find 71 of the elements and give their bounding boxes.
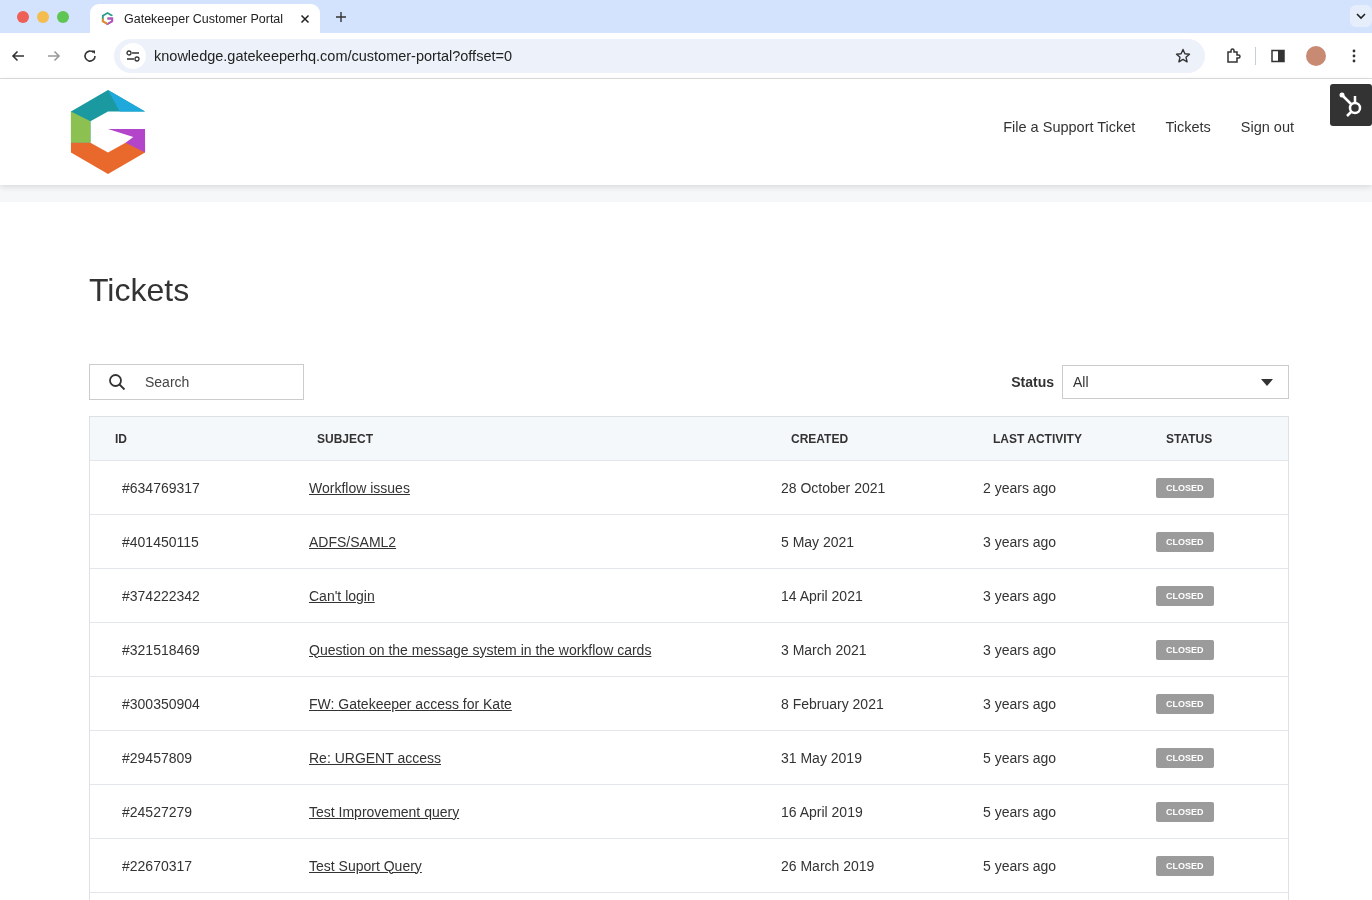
ticket-link[interactable]: FW: Gatekeeper access for Kate — [309, 695, 512, 712]
status-badge: CLOSED — [1156, 801, 1214, 822]
search-icon — [108, 373, 126, 391]
table-cell-text: #374222342 — [121, 587, 201, 604]
ticket-link[interactable]: Re: URGENT access — [309, 749, 441, 766]
puzzle-icon[interactable] — [1225, 47, 1241, 64]
status-label: Status — [1011, 374, 1054, 390]
table-cell-text: 16 April 2019 — [780, 803, 864, 820]
table-cell-text: #29457809 — [121, 749, 194, 766]
address-bar[interactable]: knowledge.gatekeeperhq.com/customer-portal?offset=0 — [114, 38, 1205, 73]
status-badge: CLOSED — [1156, 531, 1214, 552]
status-badge: CLOSED — [1156, 747, 1214, 768]
table-cell-text: #634769317 — [121, 479, 201, 496]
browser-tab[interactable]: Gatekeeper Customer Portal — [90, 4, 320, 33]
search-field[interactable]: Search — [89, 364, 304, 400]
reload-icon[interactable] — [82, 47, 98, 64]
table-cell-text: 5 years ago — [982, 803, 1058, 820]
status-badge: CLOSED — [1156, 639, 1214, 660]
status-dropdown[interactable]: All — [1062, 365, 1289, 399]
table-cell-text: #22670317 — [121, 857, 194, 874]
nav-link[interactable]: Tickets — [1165, 119, 1211, 135]
table-cell-text: 5 years ago — [982, 749, 1058, 766]
page-title: Tickets — [89, 271, 190, 310]
ticket-link[interactable]: Can't login — [309, 587, 375, 604]
avatar[interactable] — [1306, 45, 1326, 66]
star-icon[interactable] — [1175, 47, 1191, 64]
status-badge: CLOSED — [1156, 585, 1214, 606]
ticket-link[interactable]: Test Improvement query — [309, 803, 460, 820]
table-cell-text: 8 February 2021 — [780, 695, 885, 712]
table-cell-text: 31 May 2019 — [780, 749, 863, 766]
nav-link[interactable]: Sign out — [1240, 119, 1294, 135]
column-header: LAST ACTIVITY — [993, 431, 1083, 446]
url-text: knowledge.gatekeeperhq.com/customer-portal?offset=0 — [154, 47, 514, 64]
logo-icon — [100, 11, 115, 26]
nav-link[interactable]: File a Support Ticket — [1003, 119, 1136, 135]
table-cell-text: #321518469 — [121, 641, 201, 658]
table-cell-text: #300350904 — [121, 695, 201, 712]
table-cell-text: #401450115 — [121, 533, 200, 550]
column-header: CREATED — [791, 431, 850, 446]
table-cell-text: 2 years ago — [982, 479, 1058, 496]
status-badge: CLOSED — [1156, 693, 1214, 714]
table-cell-text: 3 years ago — [982, 587, 1058, 604]
tab-title: Gatekeeper Customer Portal — [124, 11, 285, 26]
plus-icon[interactable] — [335, 11, 347, 23]
sprocket-icon[interactable] — [1330, 83, 1372, 126]
table-cell-text: 14 April 2021 — [780, 587, 864, 604]
caret-icon — [1261, 378, 1273, 386]
ticket-link[interactable]: Workflow issues — [309, 479, 410, 496]
table-cell-text: #24527279 — [121, 803, 194, 820]
side-panel-icon[interactable] — [1270, 47, 1286, 64]
table-cell-text: 3 March 2021 — [780, 641, 868, 658]
ticket-link[interactable]: Test Suport Query — [309, 857, 422, 874]
table-cell-text: 3 years ago — [982, 533, 1058, 550]
status-badge: CLOSED — [1156, 477, 1214, 498]
table-cell-text: 28 October 2021 — [780, 479, 887, 496]
chevron-down-icon[interactable] — [1350, 5, 1372, 27]
column-header: STATUS — [1166, 431, 1213, 446]
ticket-link[interactable]: Question on the message system in the workflow cards — [309, 641, 652, 658]
column-header: SUBJECT — [317, 431, 374, 446]
table-cell-text: 3 years ago — [982, 641, 1058, 658]
table-cell-text: 5 May 2021 — [780, 533, 856, 550]
status-badge: CLOSED — [1156, 855, 1214, 876]
close-window-button[interactable] — [17, 11, 29, 23]
table-cell-text: 5 years ago — [982, 857, 1058, 874]
table-cell-text: 26 March 2019 — [780, 857, 876, 874]
logo-icon — [69, 89, 147, 175]
close-icon[interactable] — [300, 13, 310, 24]
table-cell-text: 3 years ago — [982, 695, 1058, 712]
ticket-link[interactable]: ADFS/SAML2 — [309, 533, 397, 550]
site-settings-icon[interactable] — [120, 42, 146, 69]
column-header: ID — [114, 431, 128, 446]
